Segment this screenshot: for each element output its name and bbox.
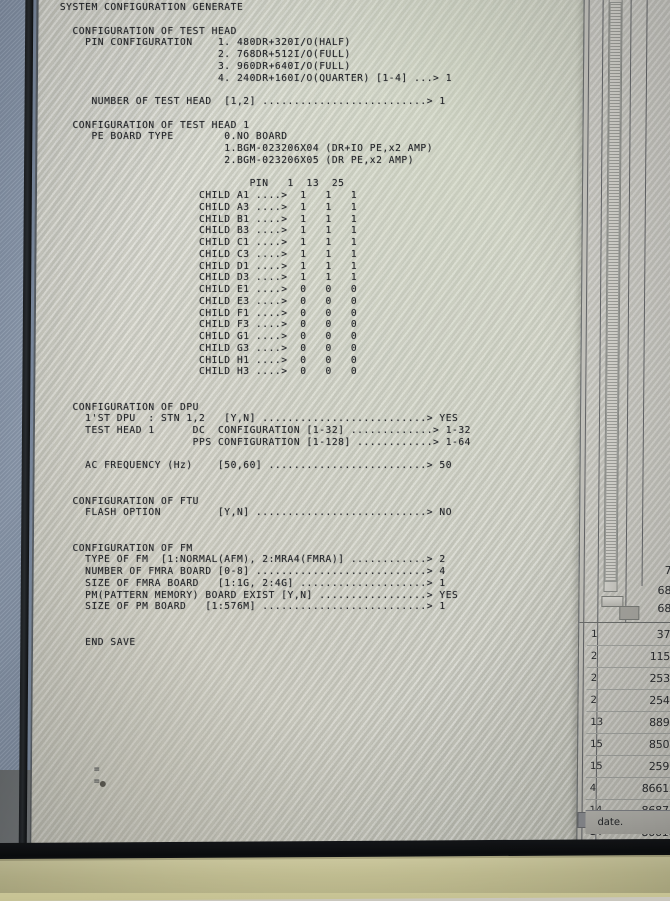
terminal-text[interactable]: SYSTEM CONFIGURATION GENERATE CONFIGURAT… [60,2,580,648]
table-row[interactable]: 15 8509 [586,734,670,756]
top-value-1: 68 [657,584,670,597]
status-bar-text: date. [597,817,624,828]
terminal-line-12: 1.BGM-023206X04 (DR+IO PE,x2 AMP) [59,143,434,154]
row-key: 15 [590,739,603,750]
terminal-line-51: SIZE OF PM BOARD [1:576M] ..............… [59,601,446,613]
terminal-line-44 [60,519,580,531]
terminal-line-31: CHILD H3 ....> 0 0 0 [59,366,358,378]
terminal-line-2: CONFIGURATION OF TEST HEAD [59,25,237,37]
terminal-line-3: PIN CONFIGURATION 1. 480DR+320I/O(HALF) [59,37,351,49]
terminal-line-15: PIN 1 13 25 [59,178,345,190]
row-key: 2 [590,673,598,684]
table-top-border [579,622,670,623]
terminal-line-32 [60,378,580,390]
terminal-line-40 [60,472,580,484]
terminal-line-36: TEST HEAD 1 DC CONFIGURATION [1-32] ....… [59,425,472,436]
terminal-line-0: SYSTEM CONFIGURATION GENERATE [59,2,244,13]
terminal-line-38 [60,449,580,461]
row-value: 86612 [641,782,670,795]
scrollbar-corner [619,606,640,620]
terminal-line-20: CHILD C1 ....> 1 1 1 [59,237,358,248]
terminal-line-24: CHILD E1 ....> 0 0 0 [59,284,358,295]
terminal-line-49: SIZE OF FMRA BOARD [1:1G, 2:4G] ........… [59,577,446,589]
terminal-line-54: END SAVE [59,636,136,648]
terminal-line-47: TYPE OF FM [1:NORMAL(AFM), 2:MRA4(FMRA)]… [59,554,446,566]
terminal-line-14 [60,167,580,179]
row-key: 1 [591,629,598,640]
table-row[interactable]: 2 1155 [586,646,670,668]
table-row[interactable]: 4 86612 [585,778,670,800]
terminal-line-34: CONFIGURATION OF DPU [59,401,199,413]
terminal-line-37: PPS CONFIGURATION [1-128] ............> … [59,436,472,448]
terminal-line-13: 2.BGM-023206X05 (DR PE,x2 AMP) [59,154,415,166]
terminal-line-17: CHILD A3 ....> 1 1 1 [59,201,358,213]
top-value-2: 68 [657,602,670,615]
terminal-line-35: 1'ST DPU : STN 1,2 [Y,N] ...............… [59,413,459,425]
terminal-line-26: CHILD F1 ....> 0 0 0 [59,307,358,319]
desk-surface [0,856,670,901]
table-row[interactable]: 13 8898 [586,712,670,734]
terminal-line-48: NUMBER OF FMRA BOARD [0-8] .............… [59,566,446,577]
terminal-line-50: PM(PATTERN MEMORY) BOARD EXIST [Y,N] ...… [59,589,459,601]
row-key: 4 [589,783,597,794]
terminal-line-27: CHILD F3 ....> 0 0 0 [59,319,358,331]
terminal-line-7 [60,84,580,96]
terminal-line-28: CHILD G1 ....> 0 0 0 [59,331,358,342]
terminal-line-4: 2. 768DR+512I/O(FULL) [59,49,351,60]
terminal-line-42: CONFIGURATION OF FTU [59,495,199,507]
photo-scene: SYSTEM CONFIGURATION GENERATE CONFIGURAT… [0,0,670,901]
terminal-line-30: CHILD H1 ....> 0 0 0 [59,354,358,366]
row-value: 378 [656,628,670,641]
row-key: 2 [590,651,598,662]
terminal-line-33 [60,390,580,402]
terminal-line-9 [60,108,580,120]
row-value: 2541 [649,694,670,707]
terminal-line-39: AC FREQUENCY (Hz) [50,60] ..............… [59,460,453,472]
terminal-line-11: PE BOARD TYPE 0.NO BOARD [59,131,288,143]
terminal-line-18: CHILD B1 ....> 1 1 1 [59,213,358,225]
row-key: 2 [590,695,597,706]
right-spreadsheet-window[interactable]: 7 68 68 1 378 2 1155 2 2536 2 2541 13 8898 15 8509 1… [576,0,670,848]
row-value: 8509 [648,738,670,751]
status-bar: date. [585,810,670,834]
terminal-screen[interactable]: SYSTEM CONFIGURATION GENERATE CONFIGURAT… [31,0,584,846]
terminal-line-46: CONFIGURATION OF FM [59,542,193,554]
terminal-line-19: CHILD B3 ....> 1 1 1 [59,225,358,237]
terminal-line-10: CONFIGURATION OF TEST HEAD 1 [59,119,250,131]
terminal-line-8: NUMBER OF TEST HEAD [1,2] ..............… [59,96,446,107]
terminal-line-53 [60,625,580,637]
terminal-line-22: CHILD D1 ....> 1 1 1 [59,260,358,272]
table-row[interactable]: 2 2536 [586,668,670,690]
terminal-line-21: CHILD C3 ....> 1 1 1 [59,248,358,260]
row-value: 8898 [649,716,670,729]
table-row[interactable]: 2 2541 [586,690,670,712]
terminal-line-25: CHILD E3 ....> 0 0 0 [59,295,358,307]
row-key: 15 [589,761,603,772]
terminal-line-52 [60,613,580,625]
row-value: 2536 [649,672,670,685]
terminal-line-23: CHILD D3 ....> 1 1 1 [59,272,358,284]
terminal-line-16: CHILD A1 ....> 1 1 1 [59,190,358,201]
top-value-0: 7 [664,564,670,577]
table-row[interactable]: 15 2590 [585,756,670,778]
table-row[interactable]: 1 378 [587,624,670,646]
row-key: 13 [590,717,604,728]
row-value: 2590 [648,760,670,773]
terminal-line-5: 3. 960DR+640I/O(FULL) [59,60,351,72]
row-value: 1155 [649,650,670,663]
terminal-line-45 [60,531,580,543]
terminal-line-29: CHILD G3 ....> 0 0 0 [59,342,358,354]
terminal-line-6: 4. 240DR+160I/O(QUARTER) [1-4] ...> 1 [59,72,453,84]
terminal-line-43: FLASH OPTION [Y,N] .....................… [59,507,453,519]
terminal-line-1 [60,14,580,26]
terminal-line-41 [60,484,580,496]
